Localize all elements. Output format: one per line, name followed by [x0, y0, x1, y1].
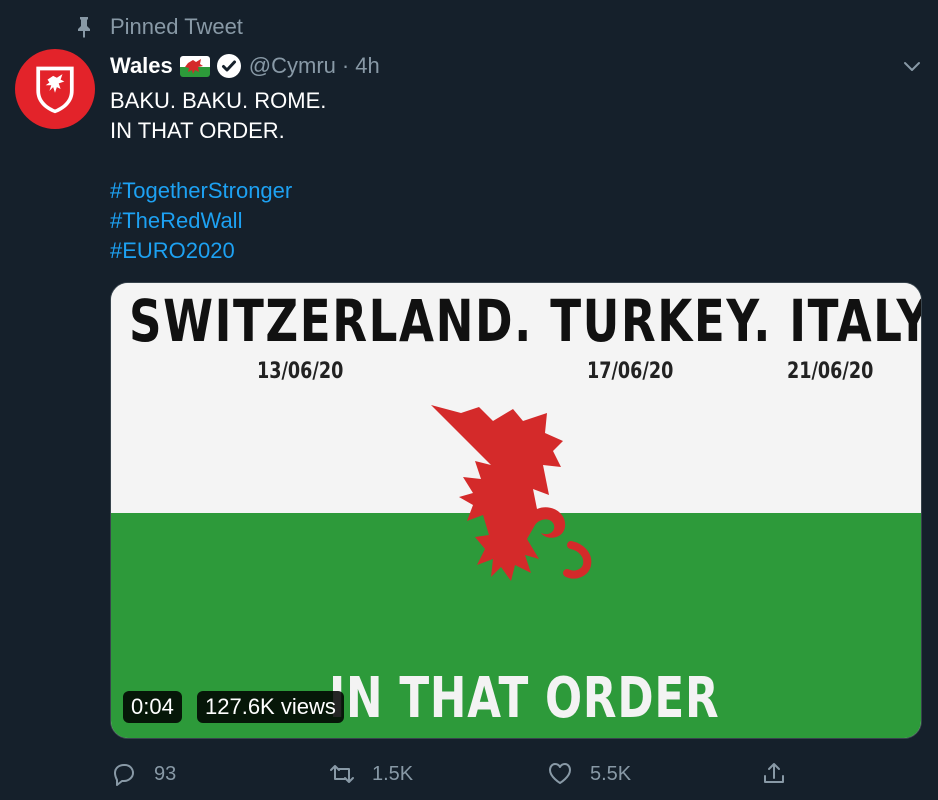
- wales-flag-icon: [179, 55, 210, 77]
- video-caption-text: IN THAT ORDER: [329, 666, 720, 731]
- share-button[interactable]: [760, 760, 804, 788]
- tweet-actions: 93 1.5K 5.5K: [110, 760, 810, 796]
- tweet-line: IN THAT ORDER.: [110, 118, 285, 143]
- welsh-dragon-icon: [431, 405, 592, 581]
- video-date: 17/06/20: [587, 359, 674, 384]
- reply-icon: [114, 764, 134, 786]
- like-button[interactable]: 5.5K: [546, 760, 631, 788]
- verified-badge-icon: [216, 53, 242, 79]
- reply-count: 93: [154, 762, 177, 785]
- tweet-timestamp[interactable]: 4h: [355, 53, 379, 79]
- video-date: 21/06/20: [787, 359, 874, 384]
- pinned-tweet-label: Pinned Tweet: [74, 14, 243, 40]
- pin-icon: [74, 15, 94, 39]
- pinned-text: Pinned Tweet: [110, 14, 243, 39]
- reply-button[interactable]: 93: [110, 760, 176, 788]
- author-name[interactable]: Wales: [110, 53, 173, 79]
- chevron-down-icon[interactable]: [902, 56, 922, 76]
- like-count: 5.5K: [590, 762, 632, 785]
- hashtag-link[interactable]: #TheRedWall: [110, 206, 326, 236]
- share-icon: [764, 763, 784, 783]
- video-player[interactable]: SWITZERLAND. TURKEY. ITALY. 13/06/20 17/…: [110, 282, 922, 739]
- wales-crest-icon: [36, 66, 74, 114]
- hashtag-link[interactable]: #EURO2020: [110, 236, 326, 266]
- separator: ·: [341, 53, 350, 78]
- tweet-text: BAKU. BAKU. ROME. IN THAT ORDER. #Togeth…: [110, 86, 326, 266]
- retweet-count: 1.5K: [372, 762, 414, 785]
- avatar[interactable]: [15, 49, 95, 129]
- hashtag-link[interactable]: #TogetherStronger: [110, 176, 326, 206]
- heart-icon: [549, 763, 571, 784]
- author-handle[interactable]: @Cymru: [249, 53, 336, 79]
- video-title-text: SWITZERLAND. TURKEY. ITALY.: [129, 287, 922, 355]
- retweet-icon: [330, 765, 354, 783]
- video-date: 13/06/20: [257, 359, 344, 384]
- tweet-line: BAKU. BAKU. ROME.: [110, 88, 327, 113]
- tweet-header: Wales @Cymru · 4h: [110, 50, 380, 82]
- video-view-count: 127.6K views: [197, 691, 344, 723]
- video-timestamp: 0:04: [123, 691, 182, 723]
- retweet-button[interactable]: 1.5K: [328, 760, 413, 788]
